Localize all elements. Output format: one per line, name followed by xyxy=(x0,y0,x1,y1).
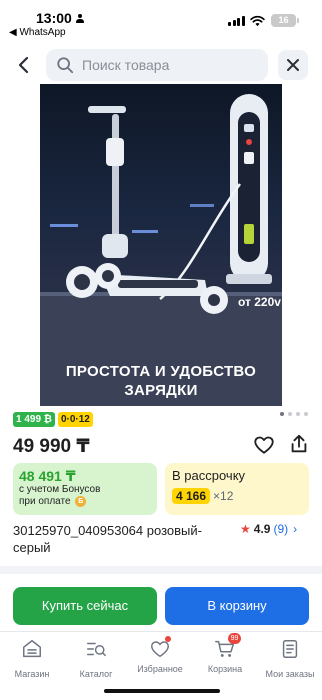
carousel-dot xyxy=(280,412,284,416)
shop-icon xyxy=(23,640,41,658)
nav-item-favorites[interactable]: Избранное xyxy=(128,636,192,674)
installment-label: В рассрочку xyxy=(172,468,246,483)
back-button[interactable] xyxy=(12,53,36,77)
installment-card[interactable]: В рассрочку 4 166 ×12 xyxy=(165,463,309,515)
close-icon xyxy=(287,59,299,71)
status-time-text: 13:00 xyxy=(36,10,72,26)
cellular-signal-icon xyxy=(228,16,245,26)
nav-label-favorites: Избранное xyxy=(137,664,183,674)
promo-text: ПРОСТОТА И УДОБСТВО ЗАРЯДКИ xyxy=(65,363,257,399)
bonus-line-2-text: при оплате xyxy=(19,496,71,508)
carousel-dot xyxy=(288,412,292,416)
cart-count-badge: 99 xyxy=(228,633,241,644)
product-name: 30125970_040953064 розовый-серый xyxy=(13,523,202,555)
status-time: 13:00 xyxy=(36,10,84,26)
section-divider xyxy=(0,566,322,574)
scooter-illustration xyxy=(40,94,282,406)
bonus-coin-icon: Б xyxy=(75,496,87,507)
nav-item-catalog[interactable]: Каталог xyxy=(64,638,128,679)
product-price: 49 990 ₸ xyxy=(13,436,90,457)
chevron-left-icon xyxy=(18,56,29,74)
installment-badge: 0·0·12 xyxy=(57,412,93,427)
carousel-dot xyxy=(296,412,300,416)
nav-item-orders[interactable]: Мои заказы xyxy=(258,638,322,679)
bonus-line-1: с учетом Бонусов xyxy=(19,484,101,495)
battery-level: 16 xyxy=(278,15,289,25)
price-badges: 1 499 ₿ 0·0·12 xyxy=(13,412,93,427)
bonus-badge: 1 499 ₿ xyxy=(13,412,55,427)
carousel-dots xyxy=(280,412,308,416)
bonus-line-2: при оплате Б xyxy=(19,496,151,508)
installment-times: ×12 xyxy=(213,489,234,503)
back-to-app-link[interactable]: ◀ WhatsApp xyxy=(9,27,66,38)
close-button[interactable] xyxy=(278,50,308,80)
search-header xyxy=(0,47,322,83)
orders-icon xyxy=(282,640,298,658)
nav-label-orders: Мои заказы xyxy=(265,669,315,679)
nav-label-shop: Магазин xyxy=(14,669,50,679)
review-count: (9) xyxy=(273,522,289,536)
share-icon[interactable] xyxy=(288,433,310,455)
add-to-cart-button[interactable]: В корзину xyxy=(165,587,309,625)
installment-amount: 4 166 xyxy=(172,488,211,504)
rating-value: 4.9 xyxy=(253,522,271,536)
chevron-right-icon: › xyxy=(293,522,298,536)
buy-now-button[interactable]: Купить сейчас xyxy=(13,587,157,625)
search-box[interactable] xyxy=(46,49,268,81)
catalog-icon xyxy=(87,642,106,657)
favorites-icon-wrap xyxy=(149,636,171,660)
battery-icon: 16 xyxy=(271,14,296,27)
installment-row: 4 166 ×12 xyxy=(172,488,302,504)
carousel-dot xyxy=(304,412,308,416)
person-icon xyxy=(75,13,84,23)
nav-item-shop[interactable]: Магазин xyxy=(0,638,64,679)
status-bar: 13:00 ◀ WhatsApp 16 xyxy=(0,0,322,42)
favorites-dot xyxy=(165,636,171,642)
bonus-price: 48 491 ₸ xyxy=(19,468,76,484)
home-indicator xyxy=(104,689,220,693)
battery-tip xyxy=(297,18,299,23)
promo-voltage-label: от 220v xyxy=(238,295,281,309)
product-image[interactable]: от 220v ПРОСТОТА И УДОБСТВО ЗАРЯДКИ xyxy=(40,84,282,406)
wifi-icon xyxy=(250,15,265,27)
star-icon: ★ xyxy=(240,522,251,536)
favorite-heart-icon[interactable] xyxy=(253,434,275,456)
rating-link[interactable]: ★ 4.9 (9) › xyxy=(240,522,297,536)
bonus-price-card[interactable]: 48 491 ₸ с учетом Бонусов при оплате Б xyxy=(13,463,157,515)
search-input[interactable] xyxy=(82,57,252,73)
nav-label-cart: Корзина xyxy=(207,664,243,674)
search-icon xyxy=(57,57,74,74)
cart-icon-wrap: 99 xyxy=(214,633,241,660)
nav-label-catalog: Каталог xyxy=(79,669,113,679)
back-to-app-label: ◀ WhatsApp xyxy=(9,27,66,38)
nav-item-cart[interactable]: 99 Корзина xyxy=(193,633,257,674)
